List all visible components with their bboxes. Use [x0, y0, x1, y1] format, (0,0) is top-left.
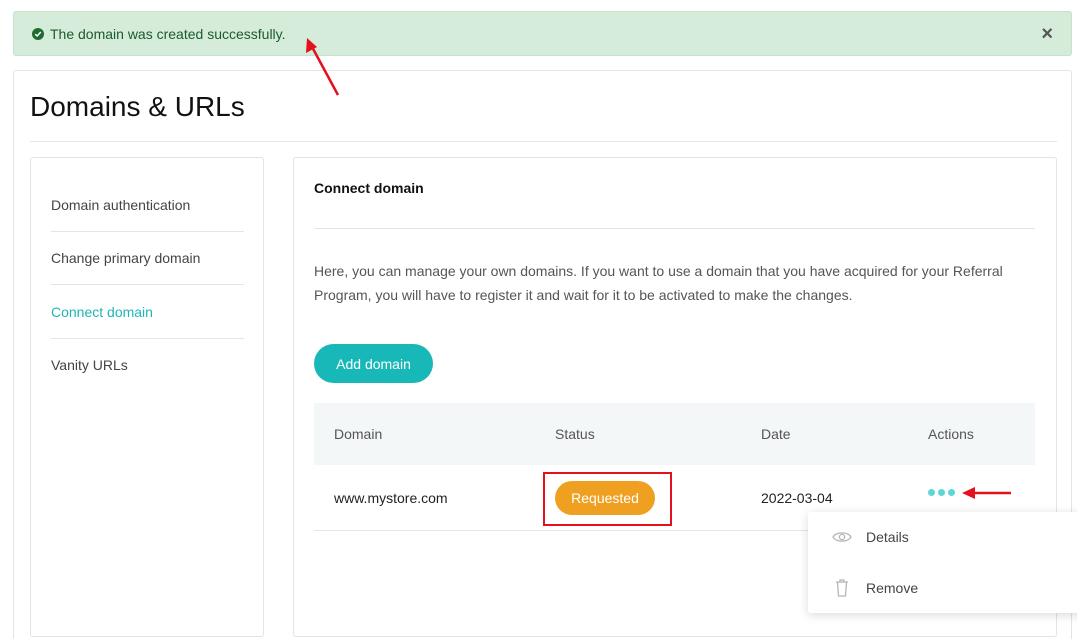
domain-cell: www.mystore.com: [334, 490, 448, 506]
title-divider: [30, 141, 1057, 142]
sidebar: Domain authentication Change primary dom…: [30, 157, 264, 637]
more-actions-icon[interactable]: [928, 489, 955, 496]
success-alert: The domain was created successfully. ×: [13, 11, 1072, 56]
sidebar-item-change-primary-domain[interactable]: Change primary domain: [51, 231, 244, 284]
sidebar-item-domain-authentication[interactable]: Domain authentication: [51, 178, 244, 231]
column-header-domain: Domain: [334, 426, 383, 442]
panel-divider: [314, 228, 1035, 229]
eye-icon: [832, 527, 852, 547]
sidebar-item-connect-domain[interactable]: Connect domain: [51, 285, 244, 338]
trash-icon: [832, 578, 852, 598]
panel-description: Here, you can manage your own domains. I…: [314, 263, 1003, 303]
column-header-actions: Actions: [928, 426, 974, 442]
actions-menu: Details Remove: [808, 512, 1077, 613]
add-domain-button[interactable]: Add domain: [314, 344, 433, 383]
column-header-status: Status: [555, 426, 595, 442]
table-header: Domain Status Date Actions: [314, 403, 1035, 465]
sidebar-item-vanity-urls[interactable]: Vanity URLs: [51, 338, 244, 391]
panel-title: Connect domain: [314, 180, 424, 196]
menu-label-remove: Remove: [866, 580, 919, 596]
menu-label-details: Details: [866, 529, 909, 545]
close-alert-button[interactable]: ×: [1041, 24, 1053, 44]
status-badge: Requested: [555, 481, 655, 515]
menu-item-details[interactable]: Details: [808, 512, 1077, 562]
menu-item-remove[interactable]: Remove: [808, 563, 1077, 613]
alert-message: The domain was created successfully.: [50, 25, 286, 42]
check-circle-icon: [32, 27, 44, 40]
column-header-date: Date: [761, 426, 791, 442]
page-title: Domains & URLs: [30, 91, 245, 122]
